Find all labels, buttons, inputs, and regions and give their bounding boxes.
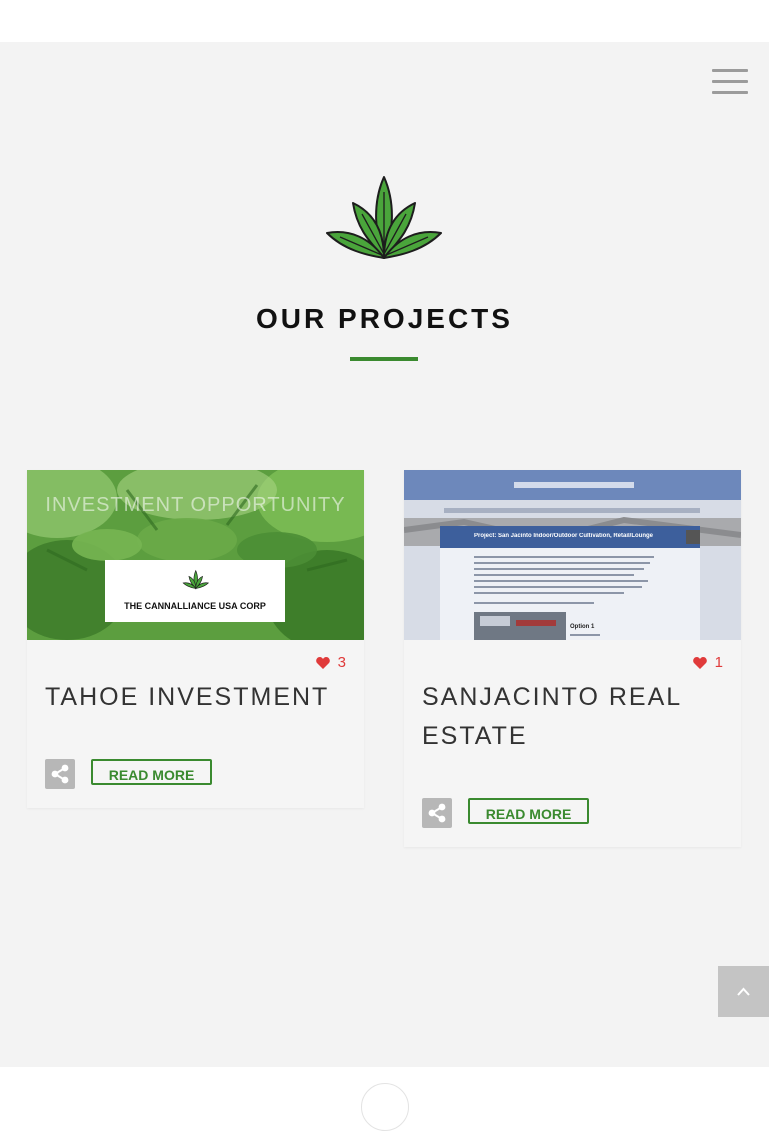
section-title: OUR PROJECTS bbox=[256, 303, 513, 334]
project-title[interactable]: TAHOE INVESTMENT bbox=[45, 678, 345, 717]
heart-icon bbox=[315, 656, 330, 669]
image-overlay-text: INVESTMENT OPPORTUNITY bbox=[45, 494, 346, 516]
project-card: INVESTMENT OPPORTUNITY THE CANNALLIANCE … bbox=[27, 470, 364, 808]
project-thumbnail[interactable]: Project: San Jacinto Indoor/Outdoor Cult… bbox=[404, 470, 741, 640]
share-icon[interactable] bbox=[45, 759, 75, 789]
read-more-button[interactable]: READ MORE bbox=[91, 759, 212, 785]
project-thumbnail[interactable]: INVESTMENT OPPORTUNITY THE CANNALLIANCE … bbox=[27, 470, 364, 640]
top-bar bbox=[0, 0, 769, 42]
back-to-top-button[interactable] bbox=[718, 966, 769, 1017]
like-count: 3 bbox=[337, 654, 346, 671]
like-button[interactable]: 3 bbox=[315, 654, 346, 671]
like-button[interactable]: 1 bbox=[692, 654, 723, 671]
read-more-button[interactable]: READ MORE bbox=[468, 798, 589, 824]
title-underline bbox=[350, 357, 418, 361]
image-header-text: Project: San Jacinto Indoor/Outdoor Cult… bbox=[474, 533, 654, 539]
cannabis-leaf-icon bbox=[326, 176, 442, 259]
chevron-up-icon bbox=[737, 987, 750, 996]
share-icon[interactable] bbox=[422, 798, 452, 828]
heart-icon bbox=[692, 656, 707, 669]
project-card: Project: San Jacinto Indoor/Outdoor Cult… bbox=[404, 470, 741, 847]
project-title[interactable]: SANJACINTO REAL ESTATE bbox=[422, 678, 722, 756]
footer bbox=[0, 1067, 769, 1147]
image-option-label: Option 1 bbox=[570, 624, 595, 630]
like-count: 1 bbox=[714, 654, 723, 671]
circle-icon[interactable] bbox=[361, 1083, 409, 1131]
image-company-name: THE CANNALLIANCE USA CORP bbox=[124, 601, 266, 611]
hamburger-menu-icon[interactable] bbox=[712, 69, 748, 95]
